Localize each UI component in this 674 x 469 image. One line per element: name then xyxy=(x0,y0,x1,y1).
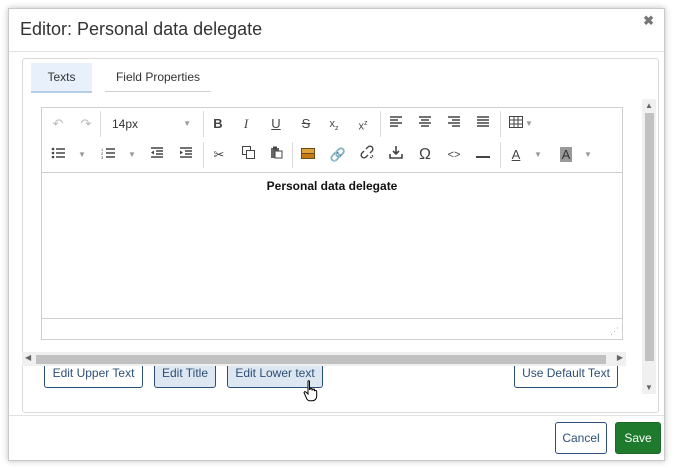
scroll-thumb[interactable] xyxy=(645,113,654,361)
dialog-title: Editor: Personal data delegate xyxy=(20,19,263,39)
highlight-letter: A xyxy=(559,147,573,162)
chevron-down-icon[interactable]: ▼ xyxy=(128,143,136,167)
content-title: Personal data delegate xyxy=(266,179,398,193)
tab-content: ↶ ↷ 14px ▼ B I U S xz xz ▼ ▼ 1 2 3 ▼ ✂ 🔗… xyxy=(23,99,640,394)
bullet-list-icon[interactable] xyxy=(46,143,70,167)
scroll-thumb[interactable] xyxy=(36,355,606,364)
underline-icon[interactable]: U xyxy=(264,112,288,136)
toolbar-separator xyxy=(100,111,101,137)
scroll-right-icon[interactable]: ▶ xyxy=(617,353,623,362)
dialog-footer: Cancel Save xyxy=(9,415,664,460)
editor-statusbar: ⋰ xyxy=(42,318,622,339)
tab-texts[interactable]: Texts xyxy=(31,63,92,93)
hand-cursor-icon xyxy=(303,380,318,402)
paste-icon[interactable] xyxy=(264,143,288,167)
unlink-icon[interactable] xyxy=(355,143,379,167)
toolbar-separator xyxy=(500,111,501,137)
cut-icon[interactable]: ✂ xyxy=(207,143,231,167)
numbered-list-icon[interactable]: 123 xyxy=(96,143,120,167)
indent-icon[interactable] xyxy=(174,143,198,167)
chevron-down-icon[interactable]: ▼ xyxy=(534,143,542,167)
italic-icon[interactable]: I xyxy=(234,112,258,136)
link-icon[interactable]: 🔗 xyxy=(326,143,350,167)
toolbar-separator xyxy=(203,142,204,168)
editor-content-area[interactable]: Personal data delegate xyxy=(42,173,622,318)
vertical-scrollbar[interactable]: ▲ ▼ xyxy=(642,99,656,394)
horizontal-scrollbar[interactable]: ◀ ▶ xyxy=(22,352,626,366)
font-size-value: 14px xyxy=(112,117,139,131)
close-icon[interactable]: ✖ xyxy=(643,13,654,29)
svg-text:3: 3 xyxy=(101,155,104,159)
superscript-icon[interactable]: xz xyxy=(351,112,375,136)
undo-icon[interactable]: ↶ xyxy=(46,112,70,136)
special-character-icon[interactable]: Ω xyxy=(413,143,437,167)
editor-dialog: Editor: Personal data delegate ✖ Texts F… xyxy=(8,8,665,461)
insert-field-icon[interactable] xyxy=(384,143,408,167)
dialog-titlebar: Editor: Personal data delegate ✖ xyxy=(9,9,664,52)
text-color-icon[interactable]: A xyxy=(504,143,528,167)
align-right-icon[interactable] xyxy=(442,112,466,136)
toolbar-separator xyxy=(292,142,293,168)
strikethrough-icon[interactable]: S xyxy=(294,112,318,136)
chevron-down-icon[interactable]: ▼ xyxy=(584,143,592,167)
tab-field-properties[interactable]: Field Properties xyxy=(105,63,211,92)
align-left-icon[interactable] xyxy=(384,112,408,136)
align-justify-icon[interactable] xyxy=(471,112,495,136)
redo-icon[interactable]: ↷ xyxy=(74,112,98,136)
chevron-down-icon[interactable]: ▼ xyxy=(78,143,86,167)
save-button[interactable]: Save xyxy=(615,422,661,454)
editor-toolbar: ↶ ↷ 14px ▼ B I U S xz xz ▼ ▼ 1 2 3 ▼ ✂ 🔗… xyxy=(42,108,622,173)
font-size-select[interactable]: 14px ▼ xyxy=(102,112,197,136)
align-center-icon[interactable] xyxy=(413,112,437,136)
cancel-button[interactable]: Cancel xyxy=(555,422,607,454)
scroll-down-icon[interactable]: ▼ xyxy=(645,383,653,392)
toolbar-separator xyxy=(203,111,204,137)
toolbar-separator xyxy=(500,142,501,168)
subscript-icon[interactable]: xz xyxy=(322,112,346,136)
toolbar-row-2: ▼ 123 ▼ ✂ 🔗 Ω <> A ▼ A ▼ xyxy=(42,140,622,170)
highlight-color-icon[interactable]: A xyxy=(554,143,578,167)
source-code-icon[interactable]: <> xyxy=(442,143,466,167)
chevron-down-icon: ▼ xyxy=(183,119,191,128)
outdent-icon[interactable] xyxy=(145,143,169,167)
scroll-up-icon[interactable]: ▲ xyxy=(645,101,653,110)
image-icon[interactable] xyxy=(296,143,320,167)
toolbar-row-1: ↶ ↷ 14px ▼ B I U S xz xz ▼ xyxy=(42,109,622,139)
toolbar-separator xyxy=(380,111,381,137)
resize-grip-icon[interactable]: ⋰ xyxy=(610,326,619,337)
rich-text-editor: ↶ ↷ 14px ▼ B I U S xz xz ▼ ▼ 1 2 3 ▼ ✂ 🔗… xyxy=(41,107,623,340)
chevron-down-icon[interactable]: ▼ xyxy=(525,112,533,136)
bold-icon[interactable]: B xyxy=(206,112,230,136)
scroll-left-icon[interactable]: ◀ xyxy=(25,353,31,362)
horizontal-rule-icon[interactable] xyxy=(471,143,495,167)
copy-icon[interactable] xyxy=(236,143,260,167)
